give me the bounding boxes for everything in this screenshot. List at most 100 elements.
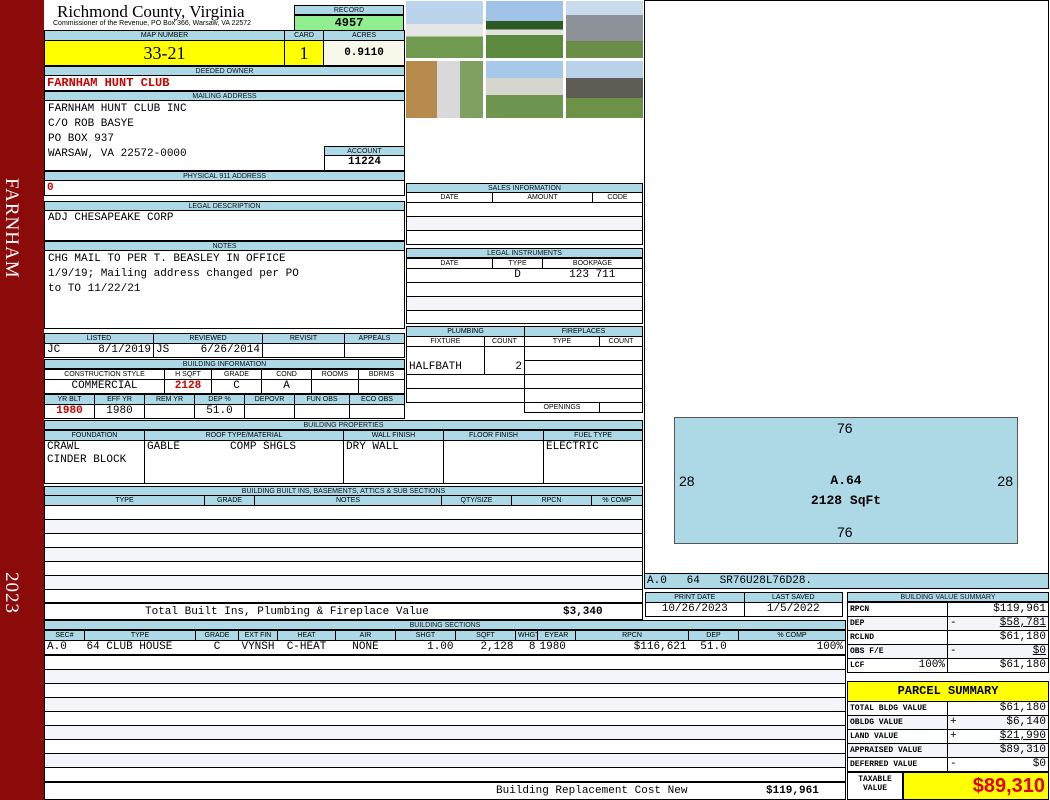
sketch-vector: A.0 64 SR76U28L76D28.	[644, 573, 1049, 589]
owner-name: FARNHAM HUNT CLUB	[44, 75, 405, 91]
floor-finish	[443, 440, 544, 484]
roof-type: GABLE	[147, 441, 181, 454]
district-label: FARNHAM	[1, 178, 22, 279]
building-photo[interactable]	[565, 60, 644, 119]
building-photo[interactable]	[405, 0, 484, 59]
foundation: CRAWL CINDER BLOCK	[44, 440, 145, 484]
sec-type: 64 CLUB HOUSE	[86, 641, 173, 653]
col-header: FOUNDATION	[44, 430, 145, 441]
instruments-table: DATE TYPE BOOKPAGE D 123 711	[406, 258, 643, 283]
reviewed-date: 6/26/2014	[200, 344, 260, 357]
sales-rows	[406, 202, 643, 245]
properties-table: FOUNDATION ROOF TYPE/MATERIAL WALL FINISH F…	[44, 430, 643, 484]
note-line: 1/9/19; Mailing address changed per PO	[48, 268, 299, 280]
sec-comp: 100%	[816, 641, 843, 653]
col-header: TYPE	[44, 495, 205, 506]
lcf-pct: 100%	[918, 659, 945, 672]
col-header: DATE	[406, 192, 493, 203]
col-header: BOOKPAGE	[542, 258, 643, 269]
plus-sign: +	[947, 729, 962, 744]
col-header: AIR	[335, 630, 396, 641]
mailing-line: FARNHAM HUNT CLUB INC	[48, 103, 187, 115]
sec-sqft: 2,128	[480, 641, 514, 653]
building-info-table: CONSTRUCTION STYLE H SQFT GRADE COND ROOMS BD…	[44, 369, 405, 419]
col-header: COUNT	[484, 336, 525, 347]
instrument-type: D	[514, 269, 521, 282]
value-summary-header: BUILDING VALUE SUMMARY	[847, 592, 1049, 602]
col-header: HEAT	[277, 630, 336, 641]
construction-style: COMMERCIAL	[44, 379, 165, 394]
col-header: GRADE	[204, 495, 255, 506]
col-header: RPCN	[511, 495, 592, 506]
instrument-bookpage: 123 711	[569, 269, 616, 282]
plus-sign: +	[947, 715, 962, 730]
builtins-total-row: Total Built Ins, Plumbing & Fireplace Va…	[44, 603, 643, 620]
appraised-label: APPRAISED VALUE	[847, 743, 948, 758]
sections-header: BUILDING SECTIONS	[44, 620, 846, 630]
obs-label: OBS F/E	[847, 644, 948, 659]
mailing-line: C/O ROB BASYE	[48, 118, 134, 130]
total-bldg-value: $61,180	[947, 701, 1049, 716]
fuel-type: ELECTRIC	[543, 440, 643, 484]
rpcn-label: RPCN	[847, 602, 948, 617]
col-header: % COMP	[738, 630, 846, 641]
area-label: 2128 SqFt	[810, 493, 882, 508]
condition: A	[261, 379, 312, 394]
revisit-header: REVISIT	[262, 333, 345, 344]
dep-label: DEP	[847, 616, 948, 631]
year-built: 1980	[44, 404, 95, 419]
map-header: MAP NUMBER	[44, 30, 285, 41]
building-photo[interactable]	[485, 60, 564, 119]
land-label: LAND VALUE	[847, 729, 948, 744]
sec-num: A.0	[47, 641, 67, 653]
economic-obs	[349, 404, 405, 419]
builtins-total-label: Total Built Ins, Plumbing & Fireplace Va…	[145, 606, 429, 618]
foundation-line: CRAWL	[47, 441, 81, 454]
deferred-label: DEFERRED VALUE	[847, 757, 948, 772]
sec-grade: C	[213, 641, 221, 653]
building-photo[interactable]	[565, 0, 644, 59]
acres-header: ACRES	[323, 30, 405, 41]
plumbing-fixture: HALFBATH	[406, 360, 485, 375]
parcel-ids: MAP NUMBER CARD ACRES 33-21 1 0.9110	[44, 30, 405, 66]
fireplaces-header: FIREPLACES	[524, 326, 643, 337]
parcel-summary-header: PARCEL SUMMARY	[847, 681, 1049, 702]
effective-year: 1980	[94, 404, 145, 419]
col-header: SQFT	[455, 630, 516, 641]
listed-date: 8/1/2019	[98, 344, 151, 357]
col-header: TYPE	[524, 336, 600, 347]
col-header: SHGT	[395, 630, 456, 641]
sec-air: NONE	[352, 641, 379, 653]
rcn-label: Building Replacement Cost New	[496, 785, 688, 797]
grade: C	[211, 379, 262, 394]
sidebar: FARNHAM 2023	[0, 0, 44, 800]
sec-heat: C-HEAT	[286, 641, 327, 653]
sec-dep: 51.0	[700, 641, 727, 653]
col-header: FLOOR FINISH	[443, 430, 544, 441]
building-photo[interactable]	[485, 0, 564, 59]
replacement-cost-row: Building Replacement Cost New $119,961	[44, 782, 846, 800]
col-header: DATE	[406, 258, 493, 269]
depreciation-pct: 51.0	[194, 404, 245, 419]
properties-header: BUILDING PROPERTIES	[44, 420, 643, 430]
col-header: EYEAR	[537, 630, 576, 641]
last-saved-header: LAST SAVED	[743, 592, 843, 603]
col-header: % COMP	[591, 495, 643, 506]
col-header: SEC#	[44, 630, 85, 641]
sketch-polygon[interactable]: 76 76 28 28 A.64 2128 SqFt	[674, 417, 1018, 544]
year-label: 2023	[1, 572, 22, 614]
listed-header: LISTED	[44, 333, 154, 344]
col-header: REM YR	[144, 394, 195, 405]
physical-address: 0	[44, 180, 405, 196]
building-photo[interactable]	[405, 60, 484, 119]
mailing-line: PO BOX 937	[48, 133, 115, 145]
col-header: CODE	[592, 192, 643, 203]
rclnd-label: RCLND	[847, 630, 948, 645]
plumbing-fireplace-table: PLUMBING FIREPLACES FIXTURE COUNT TYPE COUNT…	[406, 326, 643, 413]
col-header: FUN OBS	[294, 394, 350, 405]
sketch-area: 76 76 28 28 A.64 2128 SqFt	[644, 0, 1049, 574]
lcf-value: $61,180	[947, 658, 1049, 673]
rpcn-value: $119,961	[947, 602, 1049, 617]
col-header: CONSTRUCTION STYLE	[44, 369, 165, 380]
reviewed-by: JS	[156, 344, 170, 357]
